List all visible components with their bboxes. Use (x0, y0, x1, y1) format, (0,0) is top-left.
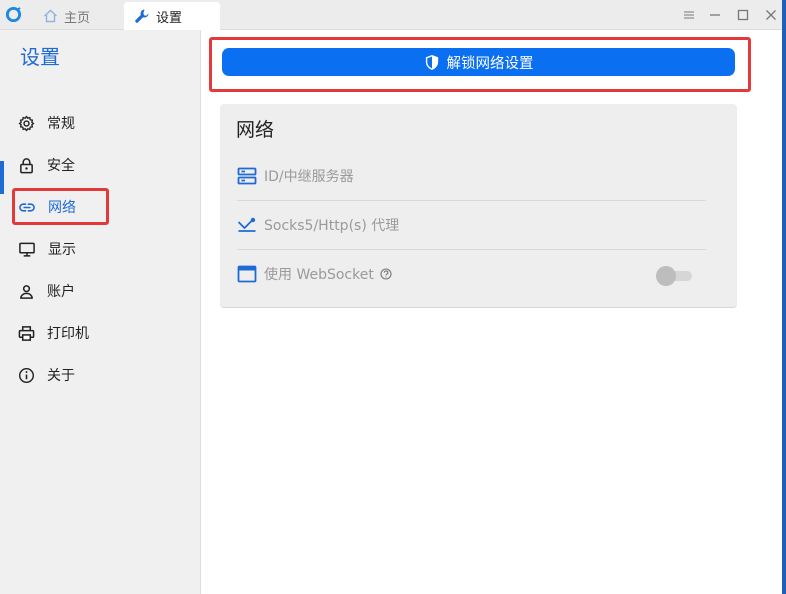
sidebar-item-about[interactable]: 关于 (0, 358, 200, 392)
user-icon (20, 284, 33, 299)
close-icon (766, 10, 776, 20)
sidebar-item-label: 显示 (48, 242, 76, 258)
monitor-icon (19, 242, 35, 257)
app-logo-icon (5, 6, 22, 23)
sidebar-item-label: 常规 (47, 116, 75, 132)
proxy-label: Socks5/Http(s) 代理 (264, 218, 400, 234)
sidebar-title: 设置 (20, 45, 60, 69)
network-card-title: 网络 (236, 119, 275, 141)
sidebar-item-general[interactable]: 常规 (0, 106, 200, 140)
websocket-row: 使用 WebSocket (237, 250, 707, 298)
sidebar-item-printer[interactable]: 打印机 (0, 316, 200, 350)
help-icon[interactable] (380, 268, 392, 280)
window-edge (782, 0, 786, 594)
menu-icon (684, 11, 694, 19)
maximize-button[interactable] (734, 6, 752, 24)
home-icon (44, 9, 57, 23)
window-icon (237, 265, 257, 283)
sidebar-item-label: 安全 (47, 158, 75, 174)
highlight-box-unlock (209, 37, 751, 92)
id-relay-server-label: ID/中继服务器 (264, 169, 354, 185)
server-icon (237, 167, 257, 185)
sidebar-item-display[interactable]: 显示 (0, 232, 200, 266)
sidebar-item-label: 关于 (47, 368, 75, 384)
tab-home[interactable]: 主页 (38, 2, 123, 30)
close-button[interactable] (762, 6, 780, 24)
wrench-icon (135, 9, 149, 23)
sidebar: 设置 常规 安全 网络 显示 账户 打印机 关于 (0, 30, 201, 594)
active-indicator (0, 161, 4, 194)
lock-icon (20, 157, 33, 173)
info-icon (18, 367, 35, 383)
maximize-icon (737, 9, 749, 21)
sidebar-item-label: 打印机 (47, 326, 89, 342)
websocket-toggle[interactable] (656, 266, 694, 286)
menu-button[interactable] (680, 6, 698, 24)
tab-settings[interactable]: 设置 (124, 2, 220, 30)
sidebar-item-account[interactable]: 账户 (0, 274, 200, 308)
minimize-icon (710, 14, 720, 16)
proxy-row[interactable]: Socks5/Http(s) 代理 (237, 201, 707, 249)
highlight-box-network (12, 188, 109, 225)
gear-icon (18, 115, 35, 131)
tab-settings-label: 设置 (156, 10, 183, 26)
sidebar-item-label: 账户 (47, 284, 75, 300)
network-card: 网络 ID/中继服务器 Socks5/Http(s) 代理 使用 WebSock… (220, 104, 737, 308)
printer-icon (18, 325, 35, 341)
websocket-label: 使用 WebSocket (264, 267, 374, 283)
minimize-button[interactable] (706, 6, 724, 24)
toggle-knob (656, 266, 676, 286)
title-bar: 主页 设置 (0, 0, 786, 30)
sidebar-item-security[interactable]: 安全 (0, 148, 200, 182)
tab-home-label: 主页 (64, 10, 91, 26)
id-relay-server-row[interactable]: ID/中继服务器 (237, 152, 707, 200)
proxy-icon (237, 217, 256, 232)
